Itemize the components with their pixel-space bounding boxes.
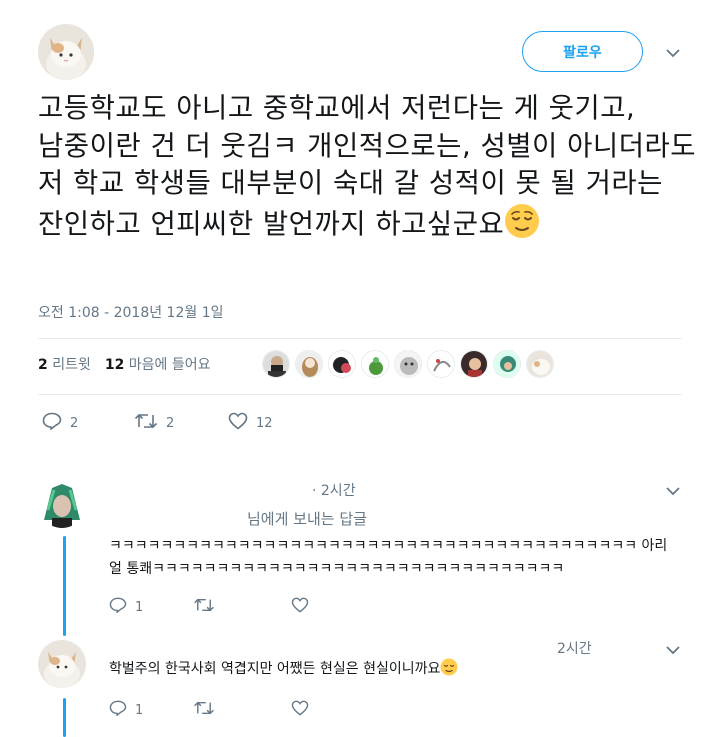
liker-avatar[interactable] (526, 350, 554, 378)
tweet-text: 고등학교도 아니고 중학교에서 저런다는 게 웃기고, 남중이란 건 더 웃김ㅋ… (38, 90, 698, 249)
liker-avatars (262, 350, 554, 378)
reply-avatar[interactable] (38, 640, 86, 688)
retweet-icon (193, 597, 215, 617)
reply-button[interactable]: 1 (109, 597, 193, 617)
heart-icon (291, 597, 309, 617)
reply-icon (42, 412, 62, 434)
liker-avatar[interactable] (394, 350, 422, 378)
like-stat-label: 마음에 들어요 (128, 357, 211, 373)
retweet-button[interactable]: 2 (134, 412, 228, 434)
thread-line (63, 536, 66, 636)
retweet-stat-label: 리트윗 (52, 357, 91, 373)
like-button[interactable]: 12 (228, 412, 273, 434)
reply-time[interactable]: 2시간 (557, 638, 592, 658)
heart-icon (291, 700, 309, 720)
thread-line (63, 698, 66, 737)
reply-avatar[interactable] (38, 480, 86, 528)
chevron-down-icon[interactable] (665, 642, 681, 658)
chevron-down-icon[interactable] (665, 483, 681, 499)
like-stat-count: 12 (104, 357, 125, 373)
relieved-face-emoji (440, 658, 458, 684)
tweet-text-body: 고등학교도 아니고 중학교에서 저런다는 게 웃기고, 남중이란 건 더 웃김ㅋ… (38, 92, 697, 240)
reply-button[interactable]: 1 (109, 700, 193, 720)
like-stat[interactable]: 12 마음에 들어요 (105, 354, 211, 374)
tweet-stats: 2 리트윗 12 마음에 들어요 (38, 354, 211, 374)
liker-avatar[interactable] (262, 350, 290, 378)
liker-avatar[interactable] (460, 350, 488, 378)
divider (38, 338, 682, 339)
liker-avatar[interactable] (361, 350, 389, 378)
divider (38, 394, 682, 395)
heart-icon (228, 412, 248, 434)
reply-count: 1 (135, 599, 144, 615)
reply-count: 2 (70, 415, 79, 431)
reply-text-body: 학벌주의 한국사회 역겹지만 어쨌든 현실은 현실이니까요 (109, 661, 441, 677)
liker-avatar[interactable] (295, 350, 323, 378)
reply-actions: 1 (109, 597, 309, 617)
tweet-actions: 2 2 12 (42, 412, 273, 434)
reply-time[interactable]: · 2시간 (312, 480, 356, 500)
retweet-icon (134, 412, 158, 434)
like-button[interactable] (291, 700, 309, 720)
liker-avatar[interactable] (427, 350, 455, 378)
reply-text: 학벌주의 한국사회 역겹지만 어쨌든 현실은 현실이니까요 (109, 658, 649, 684)
reply-button[interactable]: 2 (42, 412, 134, 434)
chevron-down-icon[interactable] (665, 45, 681, 61)
retweet-button[interactable] (193, 597, 291, 617)
reply-count: 1 (135, 702, 144, 718)
reply-icon (109, 700, 127, 720)
liker-avatar[interactable] (328, 350, 356, 378)
retweet-icon (193, 700, 215, 720)
reply-to-label: 님에게 보내는 답글 (247, 510, 367, 528)
retweet-stat[interactable]: 2 리트윗 (38, 354, 91, 374)
relieved-face-emoji (504, 203, 540, 250)
tweet-timestamp[interactable]: 오전 1:08 - 2018년 12월 1일 (38, 302, 224, 322)
like-button[interactable] (291, 597, 309, 617)
reply-actions: 1 (109, 700, 309, 720)
reply-text: ㅋㅋㅋㅋㅋㅋㅋㅋㅋㅋㅋㅋㅋㅋㅋㅋㅋㅋㅋㅋㅋㅋㅋㅋㅋㅋㅋㅋㅋㅋㅋㅋㅋㅋㅋㅋㅋㅋㅋㅋ… (109, 538, 668, 577)
retweet-stat-count: 2 (38, 357, 48, 373)
liker-avatar[interactable] (493, 350, 521, 378)
reply-icon (109, 597, 127, 617)
follow-button[interactable]: 팔로우 (522, 31, 643, 72)
like-count: 12 (256, 415, 273, 431)
author-avatar[interactable] (38, 24, 94, 80)
retweet-count: 2 (166, 415, 175, 431)
retweet-button[interactable] (193, 700, 291, 720)
